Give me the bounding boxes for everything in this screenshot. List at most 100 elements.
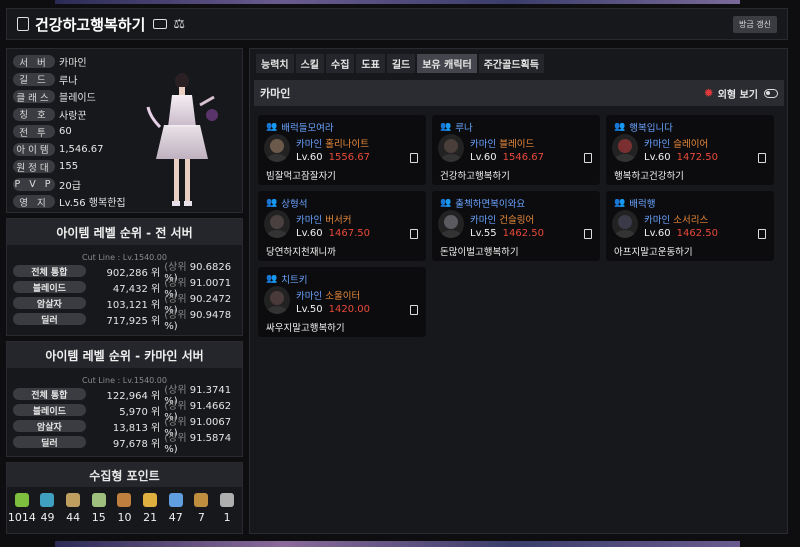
users-icon: 👥 bbox=[614, 122, 626, 132]
rank-prefix: (상위 bbox=[164, 294, 187, 305]
rank-percent: (상위 90.9478 %) bbox=[164, 306, 242, 332]
rank-prefix: (상위 bbox=[164, 278, 187, 289]
collection-item[interactable]: 47 bbox=[164, 493, 188, 524]
collection-value: 44 bbox=[66, 511, 81, 524]
rank-server-panel: 아이템 레벨 순위 - 카마인 서버 Cut Line : Lv.1540.00… bbox=[6, 341, 243, 457]
collection-item[interactable]: 10 bbox=[112, 493, 136, 524]
tab-item[interactable]: 길드 bbox=[386, 54, 416, 73]
copy-icon[interactable] bbox=[410, 229, 418, 239]
card-server-class: 카마인 홀리나이트 bbox=[296, 136, 369, 150]
collection-item[interactable]: 44 bbox=[61, 493, 85, 524]
level-value: Lv.60 bbox=[296, 228, 323, 239]
card-level: Lv.60 1546.67 bbox=[470, 152, 544, 163]
item-level: 1546.67 bbox=[502, 152, 544, 163]
collection-item[interactable]: 1 bbox=[215, 493, 239, 524]
class-name: 버서커 bbox=[325, 215, 352, 226]
collection-value: 21 bbox=[143, 511, 158, 524]
class-name: 소울이터 bbox=[325, 291, 361, 302]
profile-value: 블레이드 bbox=[59, 93, 96, 104]
server-name: 카마인 bbox=[470, 215, 497, 226]
collection-item[interactable]: 49 bbox=[35, 493, 59, 524]
collection-value: 49 bbox=[40, 511, 55, 524]
tab-item[interactable]: 스킬 bbox=[295, 54, 325, 73]
collection-value: 1014 bbox=[7, 511, 36, 524]
character-name: 행복하고건강하기 bbox=[614, 171, 684, 182]
card-server-class: 카마인 소서리스 bbox=[644, 212, 708, 226]
appearance-toggle[interactable]: ✹ 외형 보기 bbox=[704, 86, 778, 101]
card-level: Lv.60 1472.50 bbox=[644, 152, 718, 163]
character-portrait bbox=[264, 210, 290, 238]
collection-item[interactable]: 21 bbox=[138, 493, 162, 524]
collection-item[interactable]: 7 bbox=[189, 493, 213, 524]
card-guild: 👥 배럭행 bbox=[614, 196, 655, 210]
item-level: 1467.50 bbox=[328, 228, 370, 239]
card-guild: 👥 출첵하면복이와요 bbox=[440, 196, 525, 210]
character-card[interactable]: 👥 치트키 카마인 소울이터 Lv.50 1420.00 싸우지말고행복하기 bbox=[258, 267, 426, 337]
scale-icon[interactable]: ⚖ bbox=[173, 17, 185, 32]
rank-prefix: (상위 bbox=[164, 401, 187, 412]
rank-row: 딜러 97,678 위 (상위 91.5874 %) bbox=[7, 433, 242, 455]
tab-item[interactable]: 수집 bbox=[326, 54, 355, 73]
character-card[interactable]: 👥 배럭행 카마인 소서리스 Lv.60 1462.50 아프지말고운동하기 bbox=[606, 191, 774, 261]
id-card-icon[interactable] bbox=[153, 19, 168, 29]
character-portrait bbox=[438, 134, 464, 162]
collection-value: 15 bbox=[91, 511, 106, 524]
orpheus-star-icon bbox=[168, 493, 183, 507]
server-name: 카마인 bbox=[260, 87, 291, 100]
users-icon: 👥 bbox=[266, 274, 278, 284]
tab-item[interactable]: 보유 캐릭터 bbox=[417, 54, 477, 73]
card-level: Lv.60 1467.50 bbox=[296, 228, 370, 239]
copy-icon[interactable] bbox=[758, 153, 766, 163]
card-guild: 👥 치트키 bbox=[266, 272, 307, 286]
rank-label: 딜러 bbox=[13, 313, 86, 326]
profile-value: 20급 bbox=[59, 180, 81, 192]
character-card[interactable]: 👥 상형석 카마인 버서커 Lv.60 1467.50 당연하지천재니까 bbox=[258, 191, 426, 261]
character-name: 당연하지천재니까 bbox=[266, 247, 336, 258]
collection-item[interactable]: 15 bbox=[87, 493, 111, 524]
card-server-class: 카마인 소울이터 bbox=[296, 288, 360, 302]
rank-prefix: (상위 bbox=[164, 310, 187, 321]
card-server-class: 카마인 버서커 bbox=[296, 212, 351, 226]
profile-row: 아이템 1,546.67 bbox=[13, 142, 104, 157]
profile-label: 길 드 bbox=[13, 72, 55, 86]
server-bar: 카마인 ✹ 외형 보기 bbox=[254, 80, 784, 106]
rank-label: 전체 통합 bbox=[13, 265, 86, 278]
rank-percent: (상위 91.5874 %) bbox=[164, 429, 242, 455]
class-name: 소서리스 bbox=[673, 215, 709, 226]
item-level: 1420.00 bbox=[328, 304, 370, 315]
rank-label: 암살자 bbox=[13, 420, 86, 433]
character-portrait bbox=[264, 134, 290, 162]
tab-item[interactable]: 주간골드획득 bbox=[478, 54, 544, 73]
copy-icon[interactable] bbox=[410, 153, 418, 163]
art-icon bbox=[66, 493, 81, 507]
rank-value: 97,678 위 bbox=[112, 438, 161, 450]
character-card[interactable]: 👥 행복입니다 카마인 슬레이어 Lv.60 1472.50 행복하고건강하기 bbox=[606, 115, 774, 185]
character-card[interactable]: 👥 루나 카마인 블레이드 Lv.60 1546.67 건강하고행복하기 bbox=[432, 115, 600, 185]
refresh-button[interactable]: 방금 갱신 bbox=[733, 15, 777, 33]
guild-name: 루나 bbox=[455, 123, 473, 134]
profile-row: 길 드 루나 bbox=[13, 72, 77, 87]
rank-all-title: 아이템 레벨 순위 - 전 서버 bbox=[7, 219, 242, 245]
server-name: 카마인 bbox=[296, 291, 323, 302]
copy-icon[interactable] bbox=[410, 305, 418, 315]
toggle-switch-icon[interactable] bbox=[764, 88, 778, 98]
card-server-class: 카마인 건슬링어 bbox=[470, 212, 534, 226]
copy-icon[interactable] bbox=[584, 229, 592, 239]
tab-item[interactable]: 도표 bbox=[356, 54, 385, 73]
level-value: Lv.60 bbox=[644, 152, 671, 163]
copy-icon[interactable] bbox=[584, 153, 592, 163]
guild-name: 치트키 bbox=[281, 275, 308, 286]
bookmark-icon[interactable] bbox=[17, 17, 29, 31]
profile-row: 클래스 블레이드 bbox=[13, 89, 96, 104]
rank-value: 13,813 위 bbox=[112, 422, 161, 434]
tab-item[interactable]: 능력치 bbox=[256, 54, 294, 73]
copy-icon[interactable] bbox=[758, 229, 766, 239]
sea-bounty-icon bbox=[220, 493, 235, 507]
character-card[interactable]: 👥 배럭들모여라 카마인 홀리나이트 Lv.60 1556.67 빔잘먹고잠잘자기 bbox=[258, 115, 426, 185]
users-icon: 👥 bbox=[614, 198, 626, 208]
profile-row: 영 지 Lv.56 행복한집 bbox=[13, 194, 126, 209]
island-icon bbox=[40, 493, 55, 507]
card-level: Lv.50 1420.00 bbox=[296, 304, 370, 315]
character-card[interactable]: 👥 출첵하면복이와요 카마인 건슬링어 Lv.55 1462.50 돈많이벌고행복하기 bbox=[432, 191, 600, 261]
collection-item[interactable]: 1014 bbox=[7, 493, 36, 524]
